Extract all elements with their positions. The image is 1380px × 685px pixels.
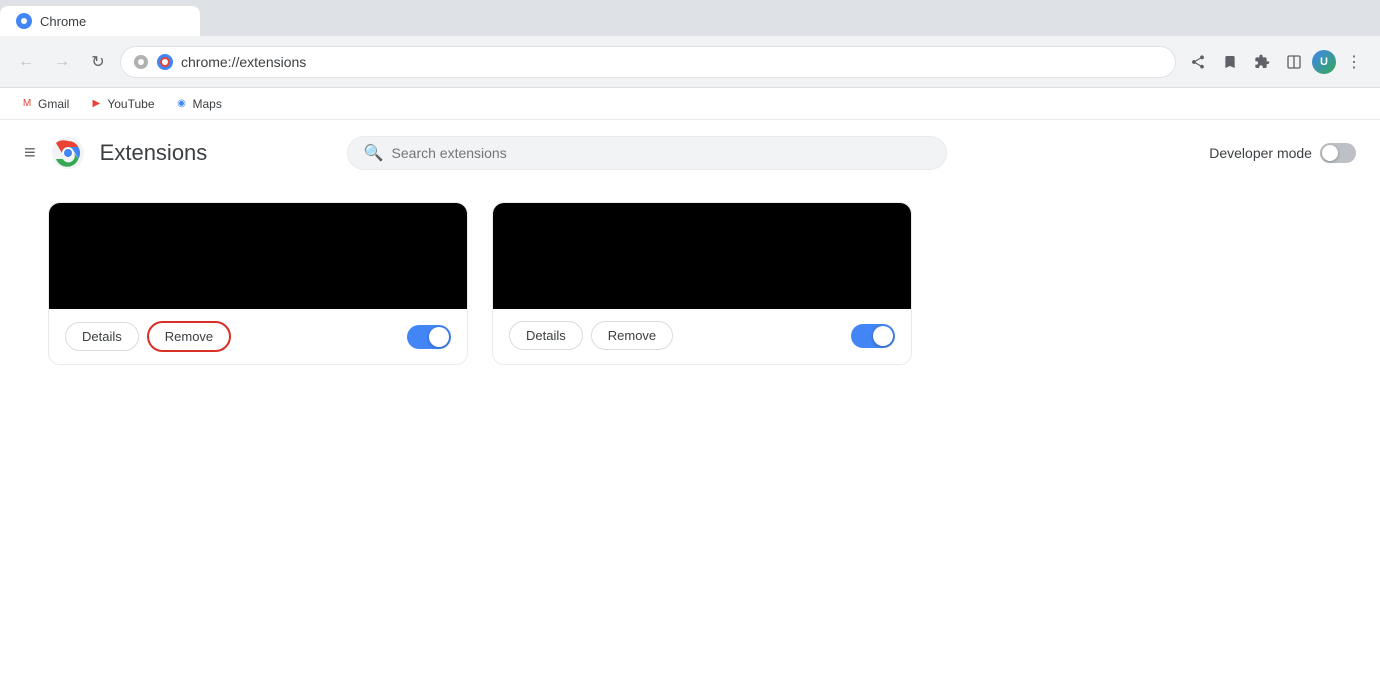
developer-mode-label: Developer mode <box>1209 145 1312 161</box>
extensions-grid: Details Remove Details Remove <box>0 186 1380 381</box>
page-content: ≡ Extensions 🔍 Developer mode <box>0 120 1380 685</box>
menu-button[interactable]: ⋮ <box>1340 48 1368 76</box>
hamburger-button[interactable]: ≡ <box>24 142 36 165</box>
extension-card-1: Details Remove <box>48 202 468 365</box>
extension-footer-1: Details Remove <box>49 309 467 364</box>
extension-image-2 <box>493 203 911 309</box>
extension-toggle-2[interactable] <box>851 324 895 348</box>
details-button-2[interactable]: Details <box>509 321 583 350</box>
url-text: chrome://extensions <box>181 54 306 70</box>
maps-favicon: ◉ <box>175 97 189 111</box>
chrome-logo-small <box>157 54 173 70</box>
tab-bar: Chrome <box>0 0 1380 36</box>
chrome-logo <box>52 137 84 169</box>
extension-toggle-1[interactable] <box>407 325 451 349</box>
bookmark-youtube[interactable]: ▶ YouTube <box>81 93 162 115</box>
bookmark-maps[interactable]: ◉ Maps <box>167 93 230 115</box>
search-icon: 🔍 <box>364 143 384 163</box>
address-bar[interactable]: chrome://extensions <box>120 46 1176 78</box>
gmail-label: Gmail <box>38 97 69 111</box>
extension-card-2: Details Remove <box>492 202 912 365</box>
reload-button[interactable]: ↻ <box>84 48 112 76</box>
extensions-header: ≡ Extensions 🔍 Developer mode <box>0 120 1380 186</box>
toggle-on-knob-2 <box>873 326 893 346</box>
forward-button[interactable]: → <box>48 48 76 76</box>
tab-favicon <box>16 13 32 29</box>
toggle-switch[interactable] <box>1320 143 1356 163</box>
user-avatar[interactable]: U <box>1312 50 1336 74</box>
search-bar-wrapper: 🔍 <box>347 136 947 170</box>
search-input[interactable] <box>392 145 930 161</box>
youtube-favicon: ▶ <box>89 97 103 111</box>
bookmarks-bar: M Gmail ▶ YouTube ◉ Maps <box>0 88 1380 120</box>
back-button[interactable]: ← <box>12 48 40 76</box>
details-button-1[interactable]: Details <box>65 322 139 351</box>
toolbar-right: U ⋮ <box>1184 48 1368 76</box>
remove-button-1[interactable]: Remove <box>147 321 231 352</box>
split-button[interactable] <box>1280 48 1308 76</box>
bookmark-gmail[interactable]: M Gmail <box>12 93 77 115</box>
bookmark-button[interactable] <box>1216 48 1244 76</box>
toggle-on-knob-1 <box>429 327 449 347</box>
search-bar: 🔍 <box>347 136 947 170</box>
extension-footer-2: Details Remove <box>493 309 911 362</box>
omnibox-bar: ← → ↻ chrome://extensions <box>0 36 1380 88</box>
maps-label: Maps <box>193 97 222 111</box>
active-tab[interactable]: Chrome <box>0 6 200 36</box>
share-button[interactable] <box>1184 48 1212 76</box>
extensions-button[interactable] <box>1248 48 1276 76</box>
page-title: Extensions <box>100 140 208 166</box>
tab-title: Chrome <box>40 14 86 29</box>
developer-mode-toggle: Developer mode <box>1209 143 1356 163</box>
gmail-favicon: M <box>20 97 34 111</box>
remove-button-2[interactable]: Remove <box>591 321 673 350</box>
browser-chrome: Chrome ← → ↻ chrome://extensions <box>0 0 1380 120</box>
toggle-knob <box>1322 145 1338 161</box>
shield-icon <box>133 54 149 70</box>
youtube-label: YouTube <box>107 97 154 111</box>
extension-image-1 <box>49 203 467 309</box>
